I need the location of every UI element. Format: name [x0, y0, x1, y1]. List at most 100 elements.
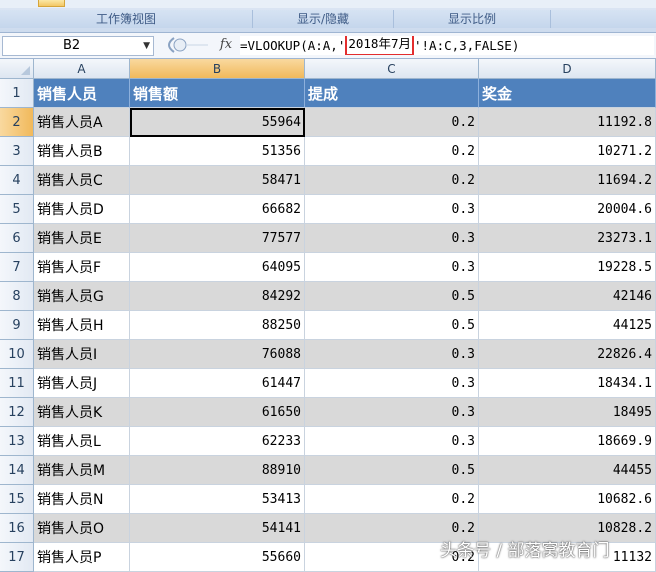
cell-bonus[interactable]: 10271.2: [479, 137, 656, 166]
cell-salesperson[interactable]: 销售人员I: [34, 340, 130, 369]
cell-rate[interactable]: 0.3: [305, 253, 479, 282]
cell-salesperson[interactable]: 销售人员L: [34, 427, 130, 456]
table-header-cell[interactable]: 奖金: [479, 79, 656, 108]
cell-salesperson[interactable]: 销售人员N: [34, 485, 130, 514]
cell-salesperson[interactable]: 销售人员B: [34, 137, 130, 166]
column-header-c[interactable]: C: [305, 59, 479, 79]
table-header-cell[interactable]: 销售人员: [34, 79, 130, 108]
row-header[interactable]: 15: [0, 485, 34, 514]
row-header[interactable]: 6: [0, 224, 34, 253]
cell-sales[interactable]: 61650: [130, 398, 305, 427]
cell-bonus[interactable]: 18434.1: [479, 369, 656, 398]
cell-bonus[interactable]: 42146: [479, 282, 656, 311]
cell-sales[interactable]: 53413: [130, 485, 305, 514]
cell-sales[interactable]: 54141: [130, 514, 305, 543]
cell-salesperson[interactable]: 销售人员M: [34, 456, 130, 485]
row-header[interactable]: 7: [0, 253, 34, 282]
cell-bonus[interactable]: 23273.1: [479, 224, 656, 253]
cell-bonus[interactable]: 19228.5: [479, 253, 656, 282]
cell-salesperson[interactable]: 销售人员K: [34, 398, 130, 427]
row-header[interactable]: 13: [0, 427, 34, 456]
cell-sales[interactable]: 76088: [130, 340, 305, 369]
row-header[interactable]: 12: [0, 398, 34, 427]
ribbon-highlighted-button[interactable]: [38, 0, 65, 7]
cell-salesperson[interactable]: 销售人员A: [34, 108, 130, 137]
formula-suffix: '!A:C,3,FALSE): [414, 38, 520, 53]
cell-bonus[interactable]: 11192.8: [479, 108, 656, 137]
select-all-button[interactable]: [0, 59, 34, 79]
cell-bonus[interactable]: 44455: [479, 456, 656, 485]
formula-input[interactable]: =VLOOKUP(A:A,' 2018年7月 '!A:C,3,FALSE): [240, 36, 654, 55]
cell-rate[interactable]: 0.2: [305, 137, 479, 166]
cell-sales[interactable]: 64095: [130, 253, 305, 282]
cell-bonus[interactable]: 22826.4: [479, 340, 656, 369]
ribbon: 工作簿视图 显示/隐藏 显示比例: [0, 0, 656, 33]
cell-sales[interactable]: 61447: [130, 369, 305, 398]
cell-bonus[interactable]: 20004.6: [479, 195, 656, 224]
cell-sales[interactable]: 55964: [130, 108, 305, 137]
cell-sales[interactable]: 51356: [130, 137, 305, 166]
row-header[interactable]: 14: [0, 456, 34, 485]
cell-sales[interactable]: 66682: [130, 195, 305, 224]
column-header-d[interactable]: D: [479, 59, 656, 79]
row-header[interactable]: 1: [0, 79, 34, 108]
row-header[interactable]: 5: [0, 195, 34, 224]
cell-sales[interactable]: 88250: [130, 311, 305, 340]
cell-sales[interactable]: 58471: [130, 166, 305, 195]
cell-salesperson[interactable]: 销售人员O: [34, 514, 130, 543]
name-box[interactable]: B2 ▼: [2, 36, 154, 56]
cell-bonus[interactable]: 11694.2: [479, 166, 656, 195]
ribbon-group-workbook-views: 工作簿视图: [0, 10, 253, 28]
cell-rate[interactable]: 0.2: [305, 108, 479, 137]
row-header[interactable]: 9: [0, 311, 34, 340]
cell-rate[interactable]: 0.3: [305, 427, 479, 456]
cell-salesperson[interactable]: 销售人员D: [34, 195, 130, 224]
row-header[interactable]: 17: [0, 543, 34, 572]
row-header[interactable]: 3: [0, 137, 34, 166]
row-header[interactable]: 16: [0, 514, 34, 543]
cell-bonus[interactable]: 18669.9: [479, 427, 656, 456]
cell-sales[interactable]: 62233: [130, 427, 305, 456]
ribbon-group-show-hide: 显示/隐藏: [253, 10, 394, 28]
cell-bonus[interactable]: 18495: [479, 398, 656, 427]
column-header-a[interactable]: A: [34, 59, 130, 79]
cell-sales[interactable]: 88910: [130, 456, 305, 485]
cell-rate[interactable]: 0.3: [305, 369, 479, 398]
ribbon-group-window: [551, 10, 656, 28]
row-header[interactable]: 10: [0, 340, 34, 369]
cell-rate[interactable]: 0.3: [305, 224, 479, 253]
column-header-b[interactable]: B: [130, 59, 305, 79]
chevron-down-icon[interactable]: ▼: [143, 37, 150, 55]
cell-salesperson[interactable]: 销售人员G: [34, 282, 130, 311]
insert-function-icon[interactable]: fx: [216, 36, 236, 54]
cell-salesperson[interactable]: 销售人员F: [34, 253, 130, 282]
row-header[interactable]: 8: [0, 282, 34, 311]
cell-bonus[interactable]: 44125: [479, 311, 656, 340]
cell-sales[interactable]: 84292: [130, 282, 305, 311]
cell-salesperson[interactable]: 销售人员P: [34, 543, 130, 572]
formula-highlight: 2018年7月: [345, 36, 414, 55]
cell-rate[interactable]: 0.3: [305, 195, 479, 224]
cell-rate[interactable]: 0.3: [305, 340, 479, 369]
formula-bar-resize-icon[interactable]: [160, 36, 210, 54]
table-header-cell[interactable]: 提成: [305, 79, 479, 108]
name-box-value: B2: [63, 38, 81, 53]
row-header[interactable]: 11: [0, 369, 34, 398]
cell-salesperson[interactable]: 销售人员E: [34, 224, 130, 253]
cell-rate[interactable]: 0.2: [305, 485, 479, 514]
cell-salesperson[interactable]: 销售人员H: [34, 311, 130, 340]
watermark: 头条号 / 部落窝教育门: [440, 541, 610, 561]
table-header-cell[interactable]: 销售额: [130, 79, 305, 108]
cell-rate[interactable]: 0.5: [305, 282, 479, 311]
cell-bonus[interactable]: 10682.6: [479, 485, 656, 514]
cell-sales[interactable]: 77577: [130, 224, 305, 253]
cell-salesperson[interactable]: 销售人员C: [34, 166, 130, 195]
cell-rate[interactable]: 0.5: [305, 456, 479, 485]
cell-salesperson[interactable]: 销售人员J: [34, 369, 130, 398]
cell-sales[interactable]: 55660: [130, 543, 305, 572]
cell-rate[interactable]: 0.5: [305, 311, 479, 340]
row-header[interactable]: 4: [0, 166, 34, 195]
row-header[interactable]: 2: [0, 108, 34, 137]
cell-rate[interactable]: 0.2: [305, 166, 479, 195]
cell-rate[interactable]: 0.3: [305, 398, 479, 427]
